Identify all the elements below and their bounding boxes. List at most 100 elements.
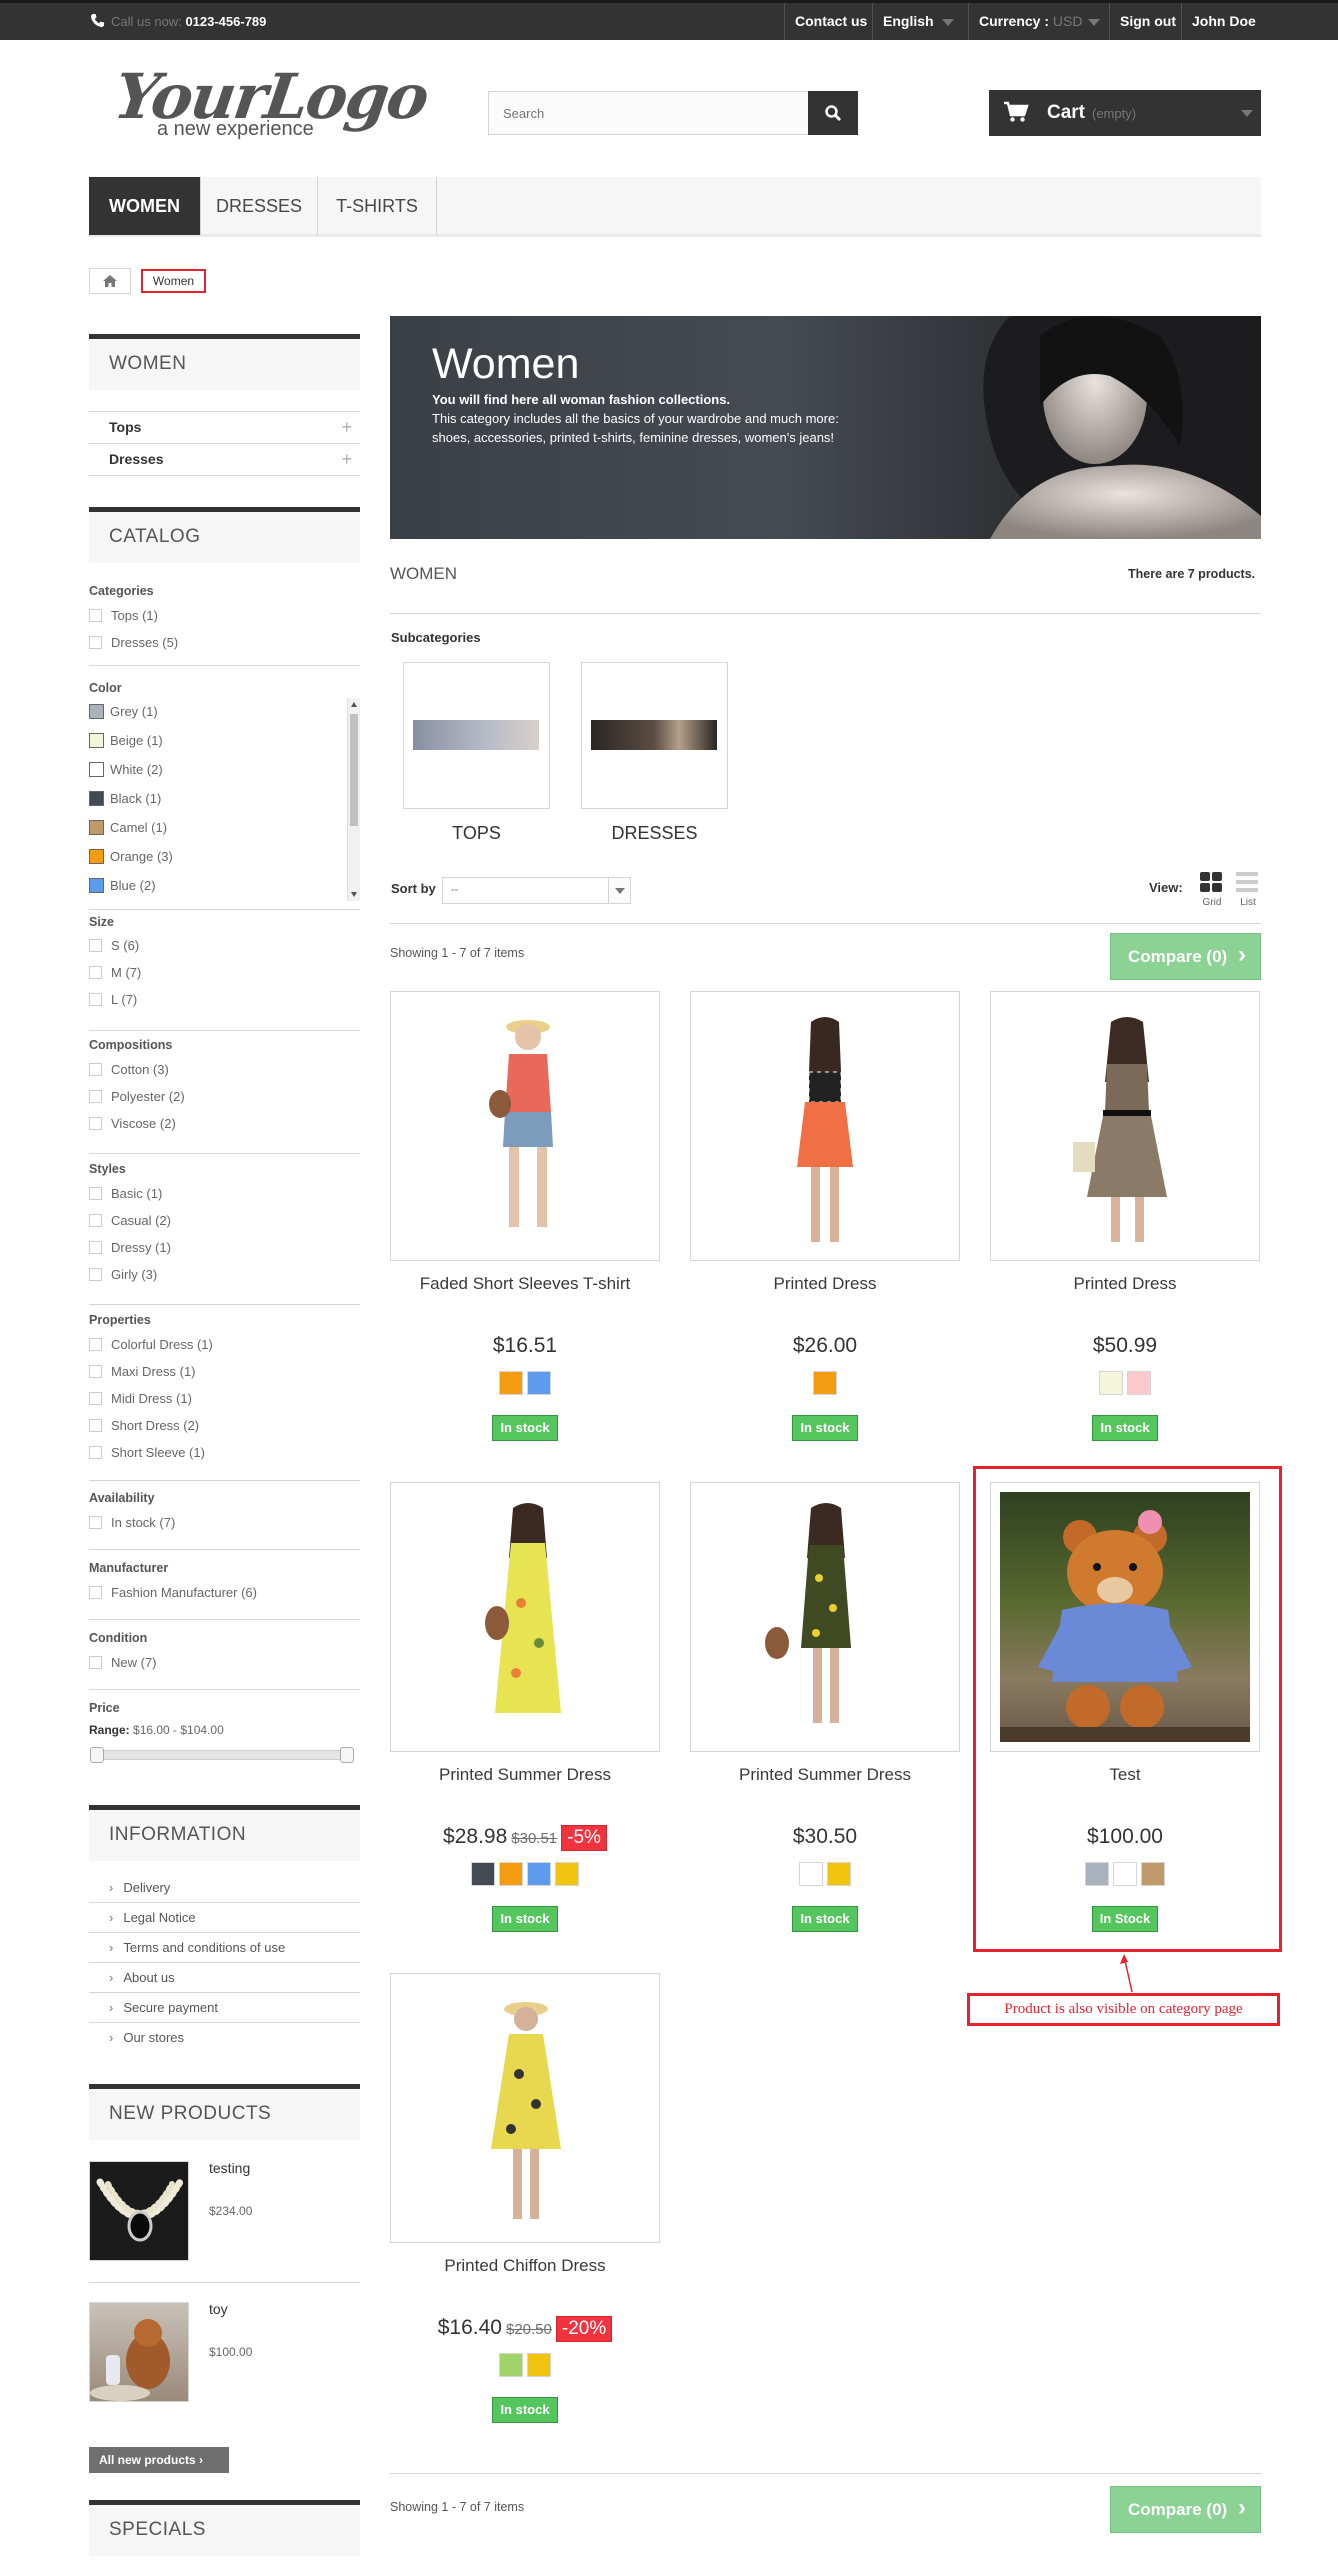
- filter-option[interactable]: Colorful Dress (1): [89, 1337, 213, 1352]
- checkbox[interactable]: [89, 966, 102, 979]
- subcategory-name-dresses[interactable]: DRESSES: [581, 823, 728, 844]
- product-name[interactable]: Printed Summer Dress: [390, 1765, 660, 1785]
- checkbox[interactable]: [89, 1338, 102, 1351]
- color-swatch[interactable]: [89, 878, 104, 893]
- color-filter-option[interactable]: Blue (2): [89, 878, 156, 893]
- color-swatch[interactable]: [527, 1862, 551, 1886]
- sign-out-link[interactable]: Sign out: [1109, 3, 1186, 40]
- product-name[interactable]: Faded Short Sleeves T-shirt: [390, 1274, 660, 1294]
- search-button[interactable]: [808, 91, 858, 135]
- color-swatch[interactable]: [89, 820, 104, 835]
- color-swatch[interactable]: [471, 1862, 495, 1886]
- compare-button-top[interactable]: Compare (0): [1110, 932, 1261, 980]
- menu-item-t-shirts[interactable]: T-SHIRTS: [318, 177, 437, 235]
- checkbox[interactable]: [89, 1365, 102, 1378]
- checkbox[interactable]: [89, 1268, 102, 1281]
- color-swatch[interactable]: [89, 704, 104, 719]
- filter-option[interactable]: Polyester (2): [89, 1089, 185, 1104]
- product-image-1[interactable]: [390, 991, 660, 1261]
- product-name[interactable]: Printed Chiffon Dress: [390, 2256, 660, 2276]
- checkbox[interactable]: [89, 1187, 102, 1200]
- filter-option[interactable]: Cotton (3): [89, 1062, 169, 1077]
- info-link-our-stores[interactable]: Our stores: [89, 2023, 360, 2053]
- sort-select[interactable]: --: [442, 877, 631, 904]
- filter-option[interactable]: Casual (2): [89, 1213, 171, 1228]
- filter-option[interactable]: Midi Dress (1): [89, 1391, 192, 1406]
- color-swatch[interactable]: [89, 762, 104, 777]
- compare-button-bottom[interactable]: Compare (0): [1110, 2485, 1261, 2533]
- filter-option[interactable]: In stock (7): [89, 1515, 175, 1530]
- new-product-thumb-testing[interactable]: [89, 2161, 189, 2261]
- color-filter-option[interactable]: Orange (3): [89, 849, 173, 864]
- color-swatch[interactable]: [527, 2353, 551, 2377]
- scroll-up-arrow[interactable]: [351, 702, 357, 707]
- slider-handle-max[interactable]: [340, 1747, 354, 1763]
- checkbox[interactable]: [89, 939, 102, 952]
- color-swatch[interactable]: [89, 791, 104, 806]
- color-swatch[interactable]: [499, 1371, 523, 1395]
- search-input[interactable]: [489, 92, 809, 134]
- scrollbar-thumb[interactable]: [350, 714, 358, 826]
- filter-option[interactable]: Tops (1): [89, 608, 158, 623]
- color-swatch[interactable]: [813, 1371, 837, 1395]
- color-swatch[interactable]: [527, 1371, 551, 1395]
- color-swatch[interactable]: [499, 2353, 523, 2377]
- slider-handle-min[interactable]: [90, 1747, 104, 1763]
- checkbox[interactable]: [89, 1586, 102, 1599]
- info-link-terms[interactable]: Terms and conditions of use: [89, 1933, 360, 1963]
- checkbox[interactable]: [89, 609, 102, 622]
- checkbox[interactable]: [89, 636, 102, 649]
- product-name[interactable]: Printed Dress: [990, 1274, 1260, 1294]
- color-swatch[interactable]: [799, 1862, 823, 1886]
- color-swatch[interactable]: [89, 733, 104, 748]
- filter-option[interactable]: S (6): [89, 938, 139, 953]
- color-filter-option[interactable]: Camel (1): [89, 820, 167, 835]
- color-swatch[interactable]: [89, 849, 104, 864]
- checkbox[interactable]: [89, 1516, 102, 1529]
- checkbox[interactable]: [89, 993, 102, 1006]
- filter-option[interactable]: Maxi Dress (1): [89, 1364, 196, 1379]
- info-link-legal-notice[interactable]: Legal Notice: [89, 1903, 360, 1933]
- product-image-5[interactable]: [690, 1482, 960, 1752]
- language-selector[interactable]: English: [872, 3, 962, 40]
- color-filter-option[interactable]: Black (1): [89, 791, 161, 806]
- color-filter-option[interactable]: Grey (1): [89, 704, 158, 719]
- menu-item-dresses[interactable]: DRESSES: [201, 177, 318, 235]
- filter-option[interactable]: Viscose (2): [89, 1116, 176, 1131]
- product-image-7[interactable]: [390, 1973, 660, 2243]
- filter-option[interactable]: Dresses (5): [89, 635, 178, 650]
- color-swatch[interactable]: [1099, 1371, 1123, 1395]
- color-swatch[interactable]: [499, 1862, 523, 1886]
- checkbox[interactable]: [89, 1656, 102, 1669]
- price-slider[interactable]: [90, 1747, 354, 1763]
- product-image-3[interactable]: [990, 991, 1260, 1261]
- info-link-secure-payment[interactable]: Secure payment: [89, 1993, 360, 2023]
- info-link-about-us[interactable]: About us: [89, 1963, 360, 1993]
- filter-option[interactable]: Short Sleeve (1): [89, 1445, 205, 1460]
- category-item-tops[interactable]: Tops +: [89, 411, 360, 443]
- filter-option[interactable]: Girly (3): [89, 1267, 157, 1282]
- new-product-name[interactable]: toy: [209, 2301, 228, 2317]
- product-image-4[interactable]: [390, 1482, 660, 1752]
- product-image-2[interactable]: [690, 991, 960, 1261]
- user-account-link[interactable]: John Doe: [1181, 3, 1266, 40]
- subcategory-image-dresses[interactable]: [581, 662, 728, 809]
- menu-item-women[interactable]: WOMEN: [89, 177, 201, 235]
- filter-option[interactable]: L (7): [89, 992, 137, 1007]
- filter-option[interactable]: Basic (1): [89, 1186, 162, 1201]
- filter-option[interactable]: Fashion Manufacturer (6): [89, 1585, 257, 1600]
- expand-icon[interactable]: +: [341, 444, 352, 475]
- checkbox[interactable]: [89, 1117, 102, 1130]
- expand-icon[interactable]: +: [341, 412, 352, 443]
- color-swatch[interactable]: [1127, 1371, 1151, 1395]
- contact-us-link[interactable]: Contact us: [784, 3, 877, 40]
- new-product-name[interactable]: testing: [209, 2160, 250, 2176]
- filter-option[interactable]: M (7): [89, 965, 141, 980]
- product-name[interactable]: Printed Summer Dress: [690, 1765, 960, 1785]
- color-filter-option[interactable]: Beige (1): [89, 733, 163, 748]
- color-swatch[interactable]: [555, 1862, 579, 1886]
- checkbox[interactable]: [89, 1446, 102, 1459]
- product-name[interactable]: Printed Dress: [690, 1274, 960, 1294]
- checkbox[interactable]: [89, 1241, 102, 1254]
- checkbox[interactable]: [89, 1392, 102, 1405]
